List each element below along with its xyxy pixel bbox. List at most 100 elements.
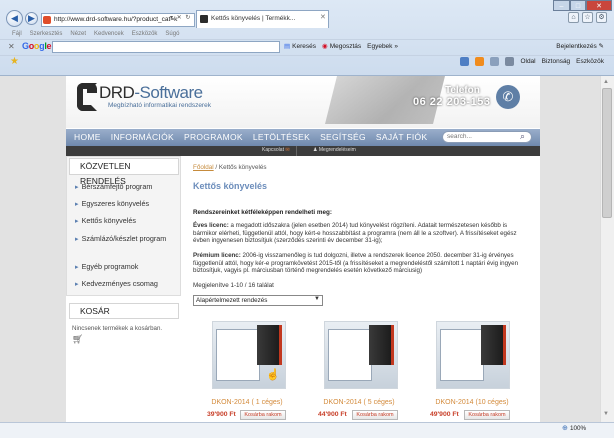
add-to-cart-button[interactable]: Kosárba rakom [240,410,286,420]
menu-edit[interactable]: Szerkesztés [30,29,63,39]
maximize-button[interactable]: □ [570,0,586,11]
cart-title: KOSÁR [69,303,179,319]
phone-icon: ✆ [496,85,520,109]
breadcrumb-home-link[interactable]: Főoldal [193,164,214,171]
menu-file[interactable]: Fájl [12,29,22,39]
orders-link[interactable]: ♟ Megrendeléseim [313,147,356,153]
chevron-double-right-icon: » [394,43,399,50]
nav-informaciok[interactable]: INFORMÁCIÓK [111,129,184,146]
menu-page[interactable]: Oldal [520,57,535,67]
breadcrumb: Főoldal / Kettős könyvelés [193,164,267,171]
divider [296,146,297,156]
sidebar-item-label: Kedvezményes csomag [81,279,158,288]
more-label: Egyebek [367,43,393,50]
google-search-icon: ▤ [284,43,291,50]
search-icon[interactable]: ⌕ [520,131,525,142]
nav-letoltesek[interactable]: LETÖLTÉSEK [253,129,320,146]
google-search-input[interactable] [52,41,280,53]
arrow-left-icon: ◀ [11,13,18,23]
sidebar-item-egyszeres[interactable]: ▸ Egyszeres könyvelés [75,199,149,208]
share-button[interactable]: ◉ Megosztás [322,41,361,53]
add-to-cart-button[interactable]: Kosárba rakom [464,410,510,420]
google-toolbar-buttons: ▤ Keresés ◉ Megosztás Egyebek » [284,41,398,53]
cart-empty-text: Nincsenek termékek a kosárban. [72,325,163,332]
zoom-level[interactable]: 100% [570,425,586,432]
nav-sajat-fiok[interactable]: SAJÁT FIÓK [376,129,438,146]
tools-gear-icon[interactable]: ⚙ [596,12,607,23]
annual-license-text: a megadott időszakra (jelen esetben 2014… [193,222,517,245]
google-search-button[interactable]: ▤ Keresés [284,41,316,53]
account-bar [66,146,540,156]
premium-license-text: 2006-ig visszamenőleg is tud dolgozni, i… [193,252,519,275]
breadcrumb-current: / Kettős könyvelés [213,164,267,171]
hand-cursor-icon: ☝ [266,369,280,381]
contact-label: Kapcsolat [262,147,284,153]
menu-tools-cmd[interactable]: Eszközök [576,57,604,67]
logo-text-software: -Software [134,83,203,102]
product-name[interactable]: DKON-2014 ( 5 céges) [319,399,399,406]
address-controls[interactable]: ▾ ✕ ↻ [170,14,191,21]
back-button[interactable]: ◀ [6,10,23,27]
annual-license-label: Éves licenc: [193,222,229,229]
site-search-input[interactable]: search... [442,131,532,143]
page-title: Kettős könyvelés [193,181,268,191]
menu-safety[interactable]: Biztonság [542,57,571,67]
product-screenshot [440,329,484,381]
mail-icon: ✉ [285,147,290,153]
tab-close-icon[interactable]: ✕ [320,13,326,21]
product-name[interactable]: DKON-2014 ( 1 céges) [207,399,287,406]
menu-favorites[interactable]: Kedvencek [94,29,124,39]
sidebar-item-label: Bérszámfejtő program [81,182,153,191]
sidebar-item-egyeb[interactable]: ▸ Egyéb programok [75,262,138,271]
home-icon[interactable]: ⌂ [568,12,579,23]
sidebar-item-kettos[interactable]: ▸ Kettős könyvelés [75,216,136,225]
menu-tools[interactable]: Eszközök [132,29,158,39]
print-icon[interactable] [505,57,515,66]
logo-text-drd: DRD [99,83,135,102]
sidebar-item-szamlazo[interactable]: ▸ Számlázó/készlet program [75,233,175,244]
nav-segitseg[interactable]: SEGÍTSÉG [320,129,376,146]
scroll-down-icon[interactable]: ▼ [603,411,609,417]
sort-select[interactable]: Alapértelmezett rendezés [193,295,323,306]
orders-label: Megrendeléseim [318,147,356,153]
nav-home[interactable]: HOME [74,129,111,146]
more-button[interactable]: Egyebek » [367,41,398,53]
sidebar-item-berszamfejto[interactable]: ▸ Bérszámfejtő program [75,182,152,191]
forward-button[interactable]: ▶ [25,12,38,25]
google-sign-in-button[interactable]: Bejelentkezés ✎ [556,41,604,53]
scrollbar-thumb[interactable] [602,88,612,218]
close-window-button[interactable]: ✕ [586,0,612,11]
menu-help[interactable]: Súgó [165,29,179,39]
close-toolbar-icon[interactable]: ✕ [8,42,15,51]
bullet-icon: ▸ [75,216,79,225]
scroll-up-icon[interactable]: ▲ [603,79,609,85]
menu-view[interactable]: Nézet [70,29,86,39]
logo-tagline: Megbízható informatikai rendszerek [108,102,211,109]
zoom-icon[interactable]: ⊕ [562,424,568,432]
chevron-down-icon[interactable]: ▼ [314,296,320,302]
phone-number: 06 22 203-153 [413,96,491,108]
site-favicon-icon [43,16,51,24]
product-price: 44'900 Ft [318,411,347,418]
cart-icon[interactable]: 🛒︎ [72,334,83,345]
rss-feed-icon[interactable] [475,57,485,66]
product-name[interactable]: DKON-2014 (10 céges) [432,399,512,406]
nav-programok[interactable]: PROGRAMOK [184,129,253,146]
add-to-cart-button[interactable]: Kosárba rakom [352,410,398,420]
premium-license-label: Prémium licenc: [193,252,241,259]
product-box [257,325,282,365]
tab-kettos-konyveles[interactable]: Kettős könyvelés | Termékk... [196,10,329,28]
logo-text[interactable]: DRD-Software [99,83,203,103]
product-box [481,325,506,365]
sidebar-item-kedvezmenyes[interactable]: ▸ Kedvezményes csomag [75,279,158,288]
drd-logo-corner [87,83,97,93]
contact-link[interactable]: Kapcsolat ✉ [262,147,290,153]
minimize-button[interactable]: – [553,0,570,11]
favorites-star-icon[interactable]: ☆ [582,12,593,23]
window-controls: – □ ✕ [553,0,612,11]
command-bar: Oldal Biztonság Eszközök [460,57,604,67]
read-mail-icon[interactable] [490,57,500,66]
home-page-icon[interactable] [460,57,470,66]
add-favorite-icon[interactable]: ★ [10,56,19,67]
status-bar [0,422,614,438]
